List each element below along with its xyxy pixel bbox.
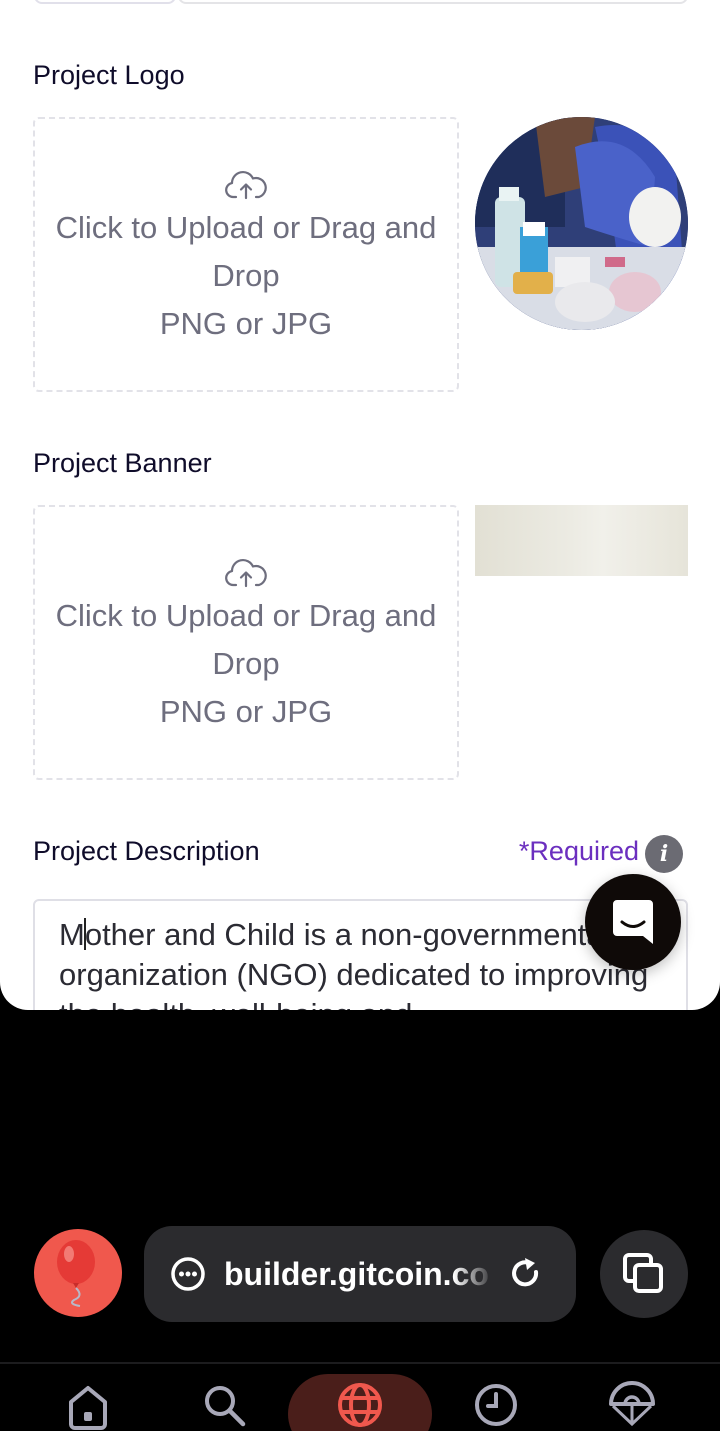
logo-upload-dropzone[interactable]: Click to Upload or Drag and Drop PNG or … (33, 117, 459, 392)
address-bar[interactable]: builder.gitcoin.co (144, 1226, 576, 1322)
reload-icon[interactable] (508, 1256, 544, 1292)
site-info-icon[interactable] (170, 1256, 206, 1292)
info-icon[interactable]: i (645, 835, 683, 873)
required-indicator: *Required (518, 836, 639, 866)
logo-preview-image (475, 117, 688, 330)
history-icon (475, 1384, 517, 1426)
globe-icon (338, 1383, 382, 1427)
logo-upload-text: Click to Upload or Drag and Drop (55, 209, 437, 293)
banner-preview-image (475, 505, 688, 576)
field-remnant-left[interactable] (34, 0, 176, 4)
cloud-upload-icon (225, 558, 267, 587)
project-banner-label: Project Banner (33, 448, 212, 478)
balloon-icon (57, 1240, 95, 1307)
url-text: builder.gitcoin.co (224, 1255, 489, 1292)
home-icon (69, 1386, 107, 1430)
chat-icon (613, 900, 653, 944)
search-icon (205, 1386, 246, 1427)
nav-search[interactable] (194, 1380, 254, 1431)
nav-divider (0, 1362, 720, 1364)
banner-upload-dropzone[interactable]: Click to Upload or Drag and Drop PNG or … (33, 505, 459, 780)
web-content: Project Logo Click to Upload or Drag and… (0, 0, 720, 1010)
description-text: other and Child is a non-governmental or… (59, 917, 649, 1010)
banner-upload-text: Click to Upload or Drag and Drop (55, 597, 437, 681)
project-description-label: Project Description (33, 836, 260, 866)
nav-history[interactable] (466, 1380, 526, 1431)
nav-vpn[interactable] (602, 1380, 662, 1431)
chat-support-button[interactable] (585, 874, 681, 970)
cloud-upload-icon (225, 170, 267, 199)
description-first-char: M (59, 917, 85, 952)
nav-home[interactable] (58, 1380, 118, 1431)
browser-menu-button[interactable] (34, 1229, 122, 1317)
tabs-button[interactable] (600, 1230, 688, 1318)
logo-format-hint: PNG or JPG (159, 305, 333, 341)
parachute-icon (609, 1381, 655, 1427)
project-logo-label: Project Logo (33, 60, 185, 90)
tabs-icon (623, 1253, 663, 1293)
banner-format-hint: PNG or JPG (159, 693, 333, 729)
nav-browser[interactable] (330, 1380, 390, 1431)
field-remnant-right[interactable] (178, 0, 688, 4)
